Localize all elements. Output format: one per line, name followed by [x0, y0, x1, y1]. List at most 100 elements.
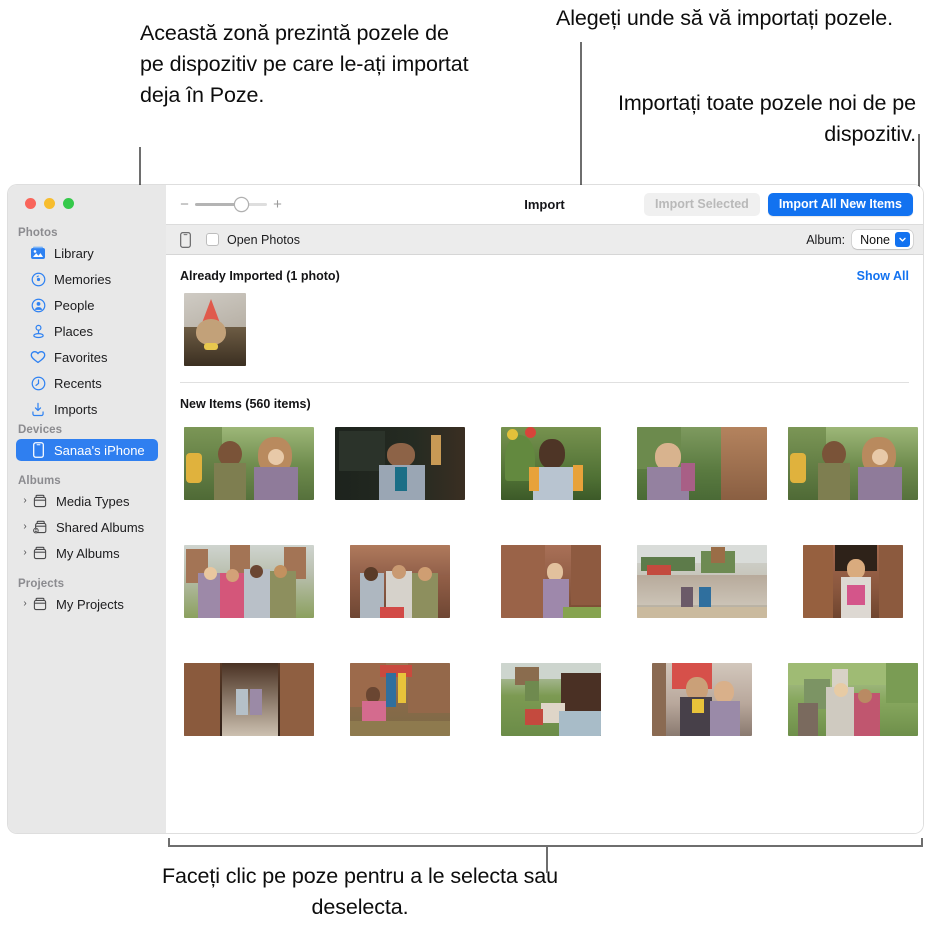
iphone-icon	[180, 231, 194, 249]
photo-thumbnail[interactable]	[637, 545, 767, 618]
already-imported-header: Already Imported (1 photo) Show All	[180, 255, 909, 283]
album-selector-group: Album: None	[806, 230, 913, 249]
leader-line-bottom	[546, 845, 548, 873]
show-all-link[interactable]: Show All	[857, 269, 909, 283]
photo-thumbnail[interactable]	[184, 663, 314, 736]
sidebar-item-people[interactable]: People	[16, 294, 158, 316]
sidebar-item-label: Recents	[54, 376, 102, 391]
sidebar-item-library[interactable]: Library	[16, 242, 158, 264]
device-options-bar: Open Photos Album: None	[166, 225, 923, 255]
photo-thumbnail[interactable]	[350, 663, 450, 736]
photo-thumbnail[interactable]	[184, 427, 314, 500]
photo-thumbnail[interactable]	[501, 663, 601, 736]
chevron-down-icon[interactable]	[895, 232, 910, 247]
import-icon	[29, 401, 47, 417]
photo-thumbnail[interactable]	[501, 545, 601, 618]
photo-cell[interactable]	[184, 427, 314, 500]
sidebar-item-label: People	[54, 298, 94, 313]
sidebar-item-recents[interactable]: Recents	[16, 372, 158, 394]
sidebar-item-media-types[interactable]: › Media Types	[16, 490, 158, 512]
sidebar-spacer	[8, 465, 166, 475]
window-controls[interactable]	[25, 198, 74, 209]
photo-cell[interactable]	[335, 663, 465, 736]
zoom-button-icon[interactable]	[63, 198, 74, 209]
close-button-icon[interactable]	[25, 198, 36, 209]
photo-cell[interactable]	[637, 427, 767, 500]
photo-cell[interactable]	[788, 427, 918, 500]
minimize-button-icon[interactable]	[44, 198, 55, 209]
sidebar-item-label: Shared Albums	[56, 520, 144, 535]
photo-thumbnail[interactable]	[788, 663, 918, 736]
open-photos-checkbox-group[interactable]: Open Photos	[206, 233, 300, 247]
photo-cell[interactable]	[184, 545, 314, 618]
album-icon	[31, 545, 49, 561]
zoom-out-icon[interactable]: −	[180, 197, 189, 212]
photo-cell[interactable]	[335, 545, 465, 618]
content-area: − + Import Import Selected Import All Ne…	[166, 185, 923, 833]
sidebar-item-label: My Projects	[56, 597, 124, 612]
photo-cell[interactable]	[788, 663, 918, 736]
photo-thumbnail[interactable]	[184, 545, 314, 618]
sidebar-item-imports[interactable]: Imports	[16, 398, 158, 420]
sidebar-item-memories[interactable]: Memories	[16, 268, 158, 290]
import-all-new-items-button[interactable]: Import All New Items	[768, 193, 913, 216]
open-photos-label: Open Photos	[227, 233, 300, 247]
zoom-slider[interactable]	[195, 198, 267, 212]
sidebar-item-my-albums[interactable]: › My Albums	[16, 542, 158, 564]
callout-right-text: Importați toate pozele noi de pe dispozi…	[560, 88, 916, 150]
sidebar-item-places[interactable]: Places	[16, 320, 158, 342]
bracket-bottom-left-arm	[168, 838, 170, 847]
photo-thumbnail[interactable]	[788, 427, 918, 500]
photo-thumbnail[interactable]	[803, 545, 903, 618]
new-items-title: New Items (560 items)	[180, 397, 311, 411]
callout-top-right-text: Alegeți unde să vă importați pozele.	[556, 3, 916, 34]
sidebar-item-my-projects[interactable]: › My Projects	[16, 593, 158, 615]
bracket-bottom-right-arm	[921, 838, 923, 847]
import-scroll-area[interactable]: Already Imported (1 photo) Show All New …	[166, 255, 923, 833]
sidebar-item-label: Sanaa's iPhone	[54, 443, 145, 458]
photo-cell[interactable]	[486, 663, 616, 736]
chevron-right-icon[interactable]: ›	[20, 599, 30, 609]
clock-icon	[29, 375, 47, 391]
photo-thumbnail[interactable]	[335, 427, 465, 500]
import-selected-button[interactable]: Import Selected	[644, 193, 760, 216]
photo-thumbnail[interactable]	[350, 545, 450, 618]
sidebar: Photos Library Memories People	[8, 185, 166, 833]
photo-thumbnail[interactable]	[184, 293, 246, 366]
photo-cell[interactable]	[637, 545, 767, 618]
photo-cell[interactable]	[788, 545, 918, 618]
chevron-right-icon[interactable]: ›	[20, 548, 30, 558]
photo-cell[interactable]	[486, 545, 616, 618]
toolbar: − + Import Import Selected Import All Ne…	[166, 185, 923, 225]
sidebar-spacer	[8, 568, 166, 578]
new-items-header: New Items (560 items)	[180, 383, 909, 411]
photo-thumbnail[interactable]	[637, 427, 767, 500]
album-selected-value: None	[860, 233, 890, 247]
sidebar-item-label: My Albums	[56, 546, 120, 561]
album-label: Album:	[806, 233, 845, 247]
zoom-in-icon[interactable]: +	[273, 197, 282, 212]
sidebar-section-projects: Projects	[8, 578, 166, 590]
photo-cell[interactable]	[637, 663, 767, 736]
already-imported-title: Already Imported (1 photo)	[180, 269, 340, 283]
photo-cell[interactable]	[184, 663, 314, 736]
sidebar-item-shared-albums[interactable]: › Shared Albums	[16, 516, 158, 538]
photo-cell[interactable]	[335, 427, 465, 500]
new-items-grid[interactable]	[180, 411, 909, 736]
sidebar-item-favorites[interactable]: Favorites	[16, 346, 158, 368]
chevron-right-icon[interactable]: ›	[20, 522, 30, 532]
photo-thumbnail[interactable]	[652, 663, 752, 736]
zoom-slider-control[interactable]: − +	[180, 197, 282, 212]
slider-knob[interactable]	[235, 198, 248, 211]
album-dropdown[interactable]: None	[852, 230, 913, 249]
chevron-right-icon[interactable]: ›	[20, 496, 30, 506]
open-photos-checkbox[interactable]	[206, 233, 219, 246]
sidebar-item-sanaas-iphone[interactable]: Sanaa's iPhone	[16, 439, 158, 461]
heart-icon	[29, 349, 47, 365]
photo-thumbnail[interactable]	[501, 427, 601, 500]
sidebar-section-photos: Photos	[8, 227, 166, 239]
shared-album-icon	[31, 519, 49, 535]
sidebar-item-label: Memories	[54, 272, 111, 287]
photo-cell[interactable]	[486, 427, 616, 500]
sidebar-item-label: Imports	[54, 402, 97, 417]
